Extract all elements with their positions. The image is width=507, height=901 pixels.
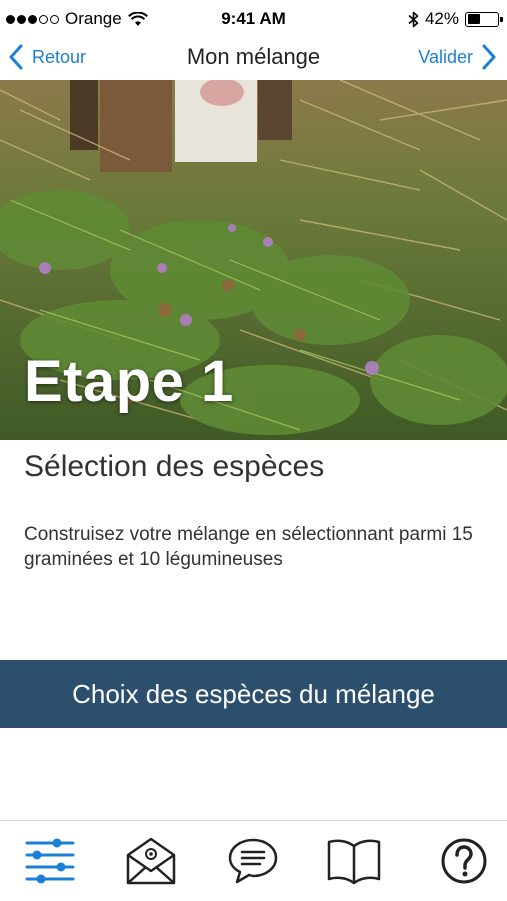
battery-icon: [465, 11, 503, 27]
tab-library[interactable]: [322, 829, 386, 893]
tab-chat[interactable]: [221, 829, 285, 893]
tab-bar: [0, 820, 507, 901]
navigation-bar: Retour Mon mélange Valider: [0, 38, 507, 80]
validate-button[interactable]: Valider: [418, 44, 497, 70]
settings-sliders-icon: [25, 838, 75, 884]
status-right: 42%: [408, 9, 503, 29]
book-icon: [327, 839, 381, 885]
validate-label: Valider: [418, 46, 473, 67]
choose-species-button[interactable]: Choix des espèces du mélange: [0, 660, 507, 728]
email-icon: [126, 837, 176, 885]
chevron-right-icon: [482, 44, 496, 70]
tab-help[interactable]: [432, 829, 496, 893]
tab-settings[interactable]: [18, 829, 82, 893]
hero-image: Etape 1: [0, 80, 507, 440]
battery-percent: 42%: [424, 9, 459, 28]
section-title: Sélection des espèces: [24, 450, 325, 483]
section-description: Construisez votre mélange en sélectionna…: [24, 524, 473, 570]
chat-icon: [228, 838, 278, 884]
battery-fill: [467, 14, 480, 24]
step-label: Etape 1: [24, 349, 234, 414]
battery-tip: [500, 16, 503, 22]
help-icon: [441, 838, 487, 884]
bluetooth-icon: [408, 11, 419, 27]
status-bar: Orange 9:41 AM 42%: [0, 0, 507, 38]
tab-email[interactable]: [119, 829, 183, 893]
